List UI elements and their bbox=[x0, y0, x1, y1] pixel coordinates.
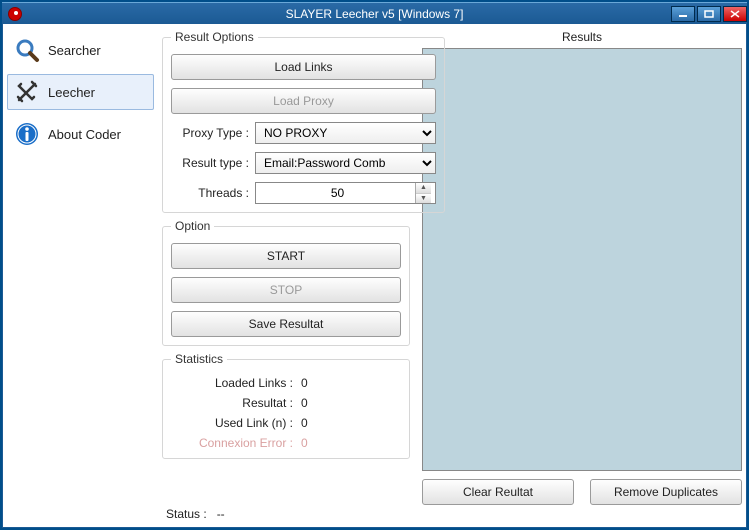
conn-error-value: 0 bbox=[301, 436, 308, 450]
sidebar-label: Leecher bbox=[48, 85, 95, 100]
results-listbox[interactable] bbox=[422, 48, 742, 471]
sidebar-item-searcher[interactable]: Searcher bbox=[7, 32, 154, 68]
status-bar: Status : -- bbox=[162, 505, 742, 523]
clear-resultat-button[interactable]: Clear Reultat bbox=[422, 479, 574, 505]
loaded-links-value: 0 bbox=[301, 376, 308, 390]
results-label: Results bbox=[422, 30, 742, 44]
load-links-button[interactable]: Load Links bbox=[171, 54, 436, 80]
result-options-group: Result Options Load Links Load Proxy Pro… bbox=[162, 30, 445, 213]
result-type-label: Result type : bbox=[171, 156, 255, 170]
left-column: Result Options Load Links Load Proxy Pro… bbox=[162, 30, 410, 505]
load-proxy-button: Load Proxy bbox=[171, 88, 436, 114]
info-icon bbox=[14, 121, 40, 147]
proxy-type-select[interactable]: NO PROXY bbox=[255, 122, 436, 144]
save-resultat-button[interactable]: Save Resultat bbox=[171, 311, 401, 337]
maximize-button[interactable] bbox=[697, 6, 721, 22]
search-icon bbox=[14, 37, 40, 63]
sidebar-item-leecher[interactable]: Leecher bbox=[7, 74, 154, 110]
used-link-value: 0 bbox=[301, 416, 308, 430]
resultat-label: Resultat : bbox=[171, 396, 301, 410]
statistics-legend: Statistics bbox=[171, 352, 227, 366]
proxy-type-label: Proxy Type : bbox=[171, 126, 255, 140]
close-button[interactable] bbox=[723, 6, 747, 22]
sidebar-label: Searcher bbox=[48, 43, 101, 58]
sidebar-item-about[interactable]: About Coder bbox=[7, 116, 154, 152]
option-group: Option START STOP Save Resultat bbox=[162, 219, 410, 346]
titlebar: SLAYER Leecher v5 [Windows 7] bbox=[2, 2, 747, 24]
spin-up-icon[interactable]: ▲ bbox=[416, 183, 431, 194]
tools-icon bbox=[14, 79, 40, 105]
window-title: SLAYER Leecher v5 [Windows 7] bbox=[286, 7, 464, 21]
loaded-links-label: Loaded Links : bbox=[171, 376, 301, 390]
app-icon bbox=[8, 7, 22, 21]
sidebar: Searcher Leecher About Coder bbox=[3, 24, 158, 527]
window-buttons bbox=[669, 6, 747, 22]
main: Result Options Load Links Load Proxy Pro… bbox=[158, 24, 746, 527]
start-button[interactable]: START bbox=[171, 243, 401, 269]
conn-error-label: Connexion Error : bbox=[171, 436, 301, 450]
result-options-legend: Result Options bbox=[171, 30, 258, 44]
status-value: -- bbox=[217, 507, 225, 521]
threads-spinner[interactable]: ▲▼ bbox=[415, 183, 431, 203]
resultat-value: 0 bbox=[301, 396, 308, 410]
result-type-select[interactable]: Email:Password Comb bbox=[255, 152, 436, 174]
minimize-button[interactable] bbox=[671, 6, 695, 22]
option-legend: Option bbox=[171, 219, 214, 233]
stop-button: STOP bbox=[171, 277, 401, 303]
threads-value[interactable] bbox=[260, 183, 415, 203]
status-label: Status : bbox=[166, 507, 207, 521]
spin-down-icon[interactable]: ▼ bbox=[416, 194, 431, 204]
used-link-label: Used Link (n) : bbox=[171, 416, 301, 430]
sidebar-label: About Coder bbox=[48, 127, 121, 142]
threads-input[interactable]: ▲▼ bbox=[255, 182, 436, 204]
remove-duplicates-button[interactable]: Remove Duplicates bbox=[590, 479, 742, 505]
threads-label: Threads : bbox=[171, 186, 255, 200]
content: Searcher Leecher About Coder Result Opti… bbox=[2, 24, 747, 528]
right-column: Results Clear Reultat Remove Duplicates bbox=[422, 30, 742, 505]
statistics-group: Statistics Loaded Links :0 Resultat :0 U… bbox=[162, 352, 410, 459]
